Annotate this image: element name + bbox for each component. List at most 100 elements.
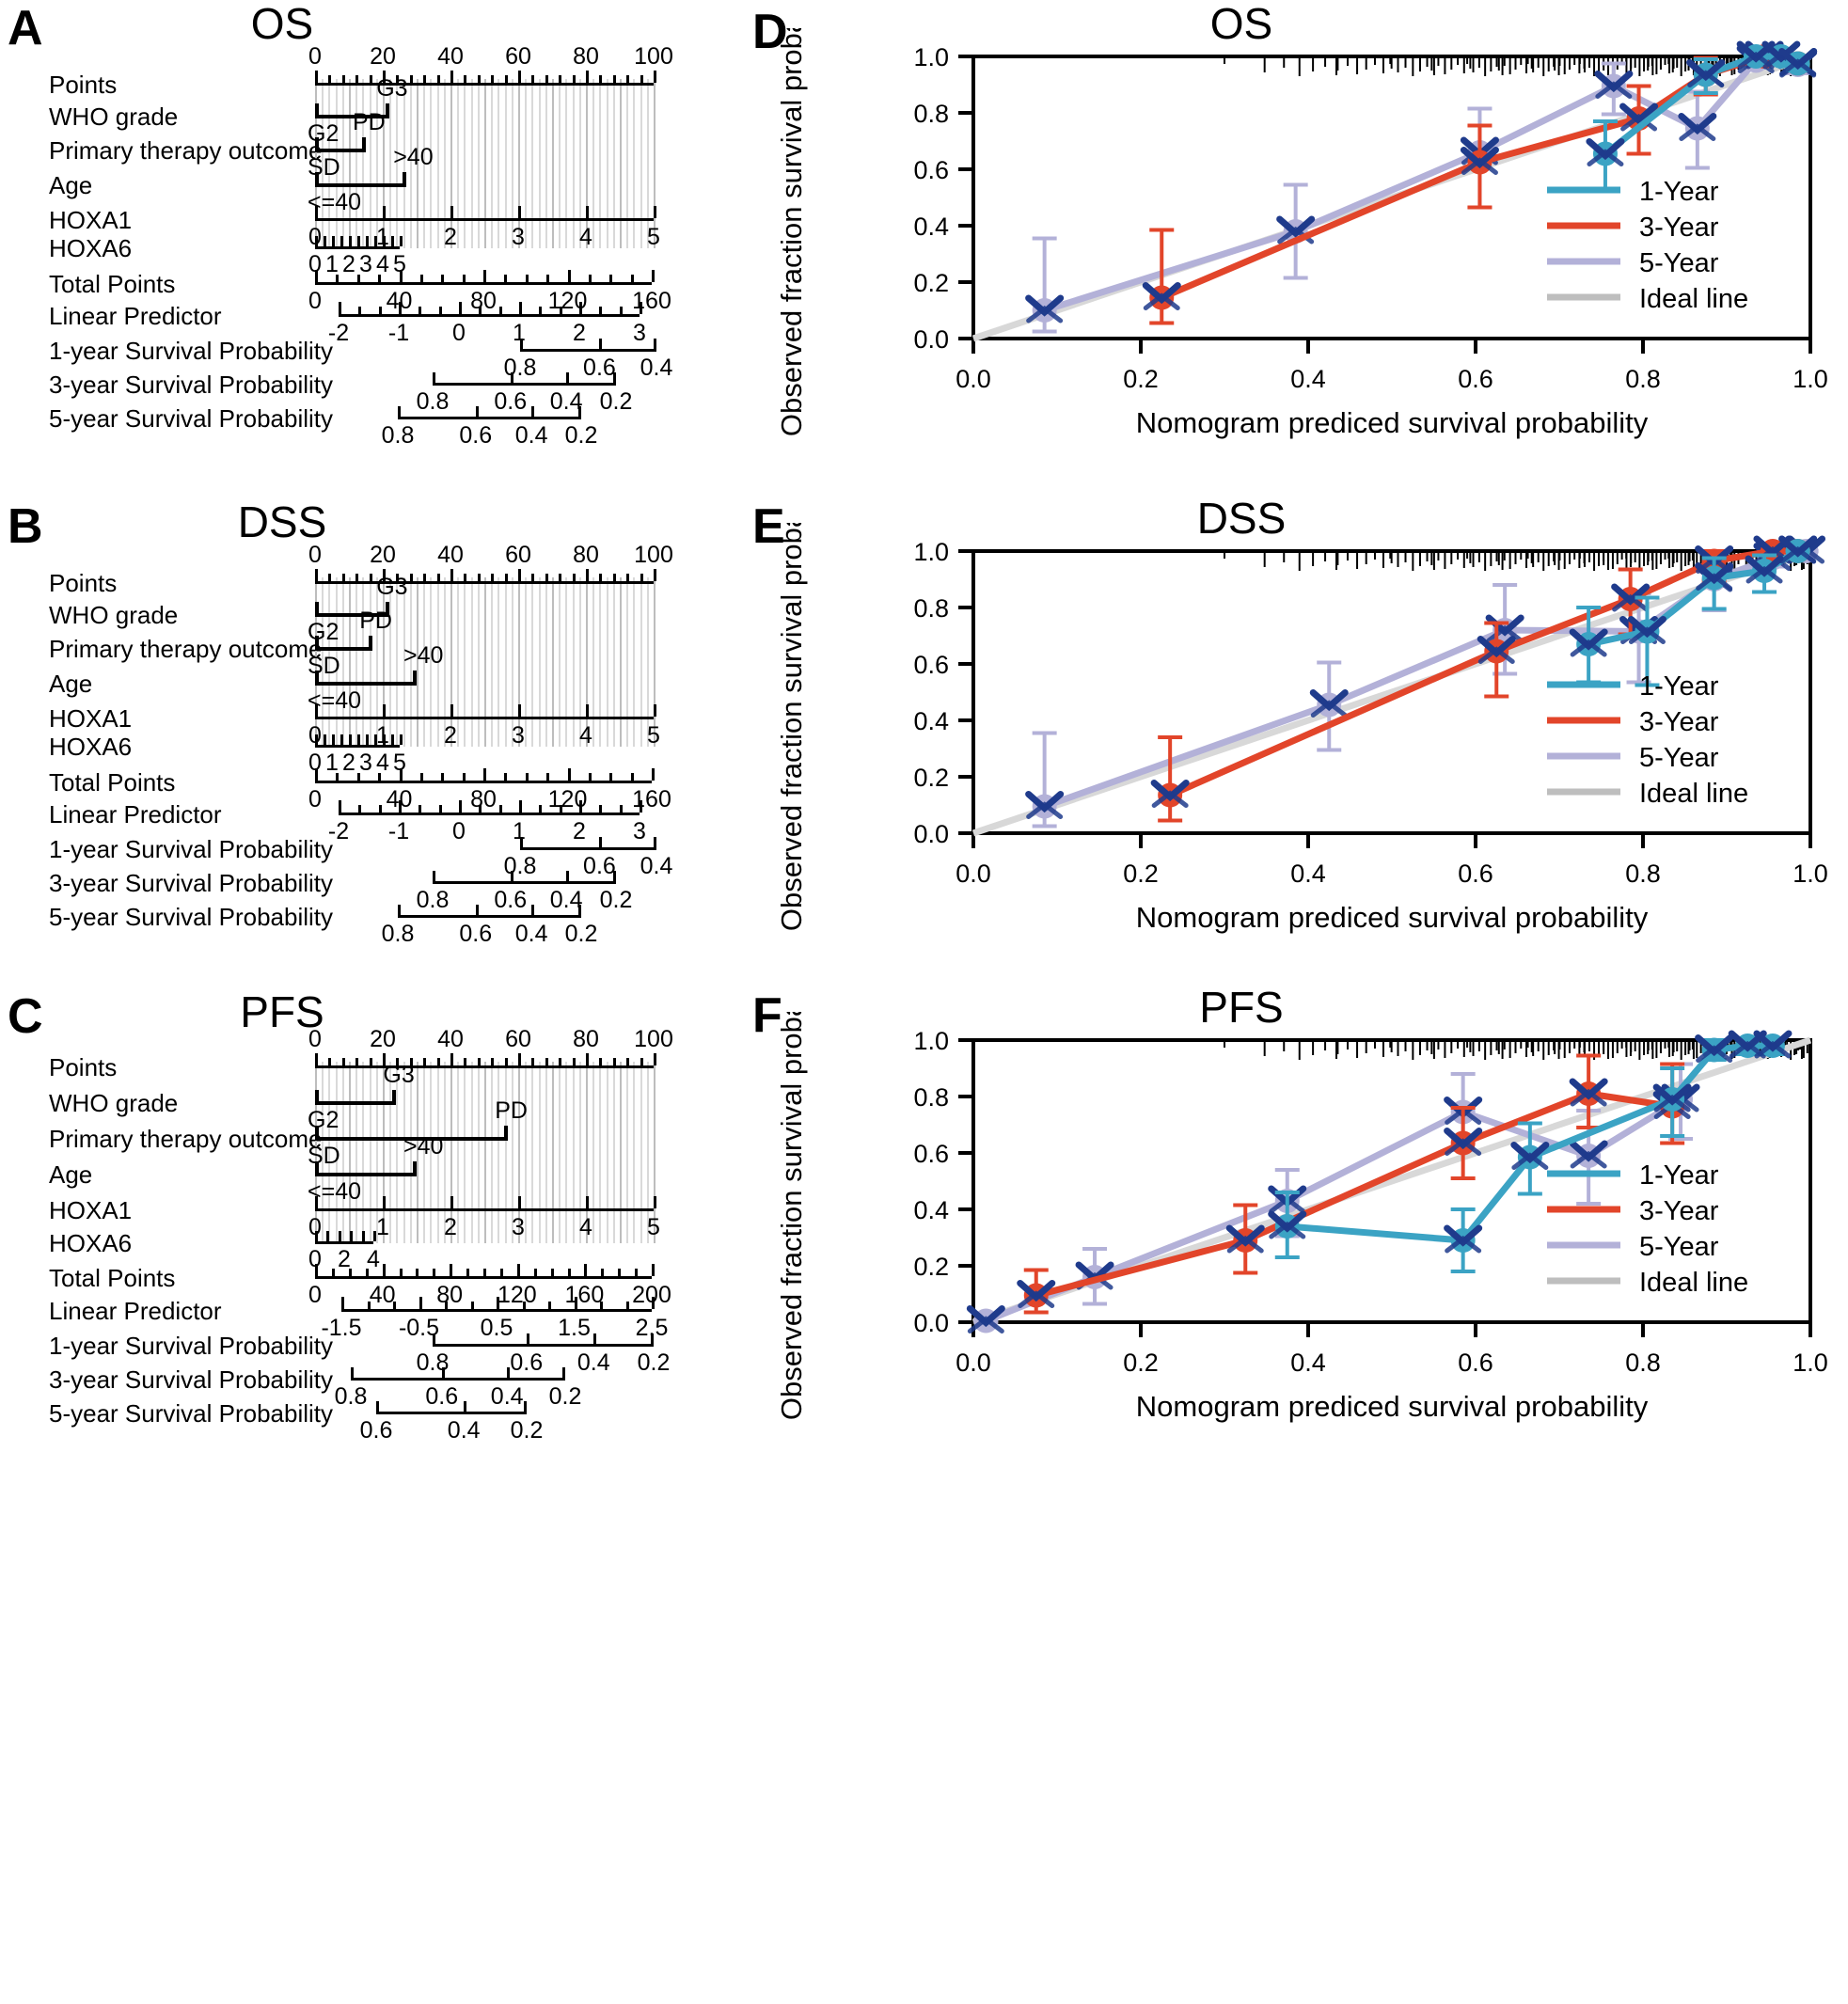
nomogram-tick [599, 574, 603, 581]
nomogram-gridline [504, 1062, 507, 1243]
nomogram-tick [618, 1269, 622, 1276]
nomogram-gridline [612, 577, 615, 747]
nomogram-tick-label: 1.5 [558, 1315, 591, 1341]
nomogram-tick-label: 80 [573, 542, 599, 568]
nomogram-tick [470, 1302, 474, 1309]
nomogram-tick [640, 1058, 643, 1065]
nomogram-tick [579, 302, 582, 314]
nomogram-tick-label: 0.8 [334, 1383, 368, 1410]
nomogram-tick [519, 800, 522, 813]
panel-a-nomogram-os: A OS Points WHO grade Primary therapy outc… [0, 0, 724, 475]
nomogram-tick [586, 1196, 589, 1208]
nomogram-tick [504, 773, 508, 781]
nomogram-gridline [436, 79, 439, 248]
nomogram-tick [376, 1401, 379, 1412]
nomogram-tick [441, 1367, 445, 1378]
nomogram-row-label: 3-year Survival Probability [49, 371, 334, 399]
nomogram-tick [399, 1269, 403, 1276]
nomogram-tick-label: 40 [369, 1282, 396, 1308]
nomogram-tick [491, 75, 495, 83]
nomogram-tick [640, 75, 643, 83]
nomogram-gridline [620, 1062, 622, 1243]
nomogram-tick [599, 1058, 603, 1065]
y-axis-tick-label: 0.0 [913, 325, 949, 354]
nomogram-tick [477, 574, 481, 581]
nomogram-gridline [383, 577, 385, 747]
nomogram-category-label: SD [308, 1143, 340, 1169]
x-axis-tick-label: 0.6 [1458, 1349, 1493, 1377]
nomogram-gridline [606, 79, 608, 248]
nomogram-tick [356, 773, 360, 781]
nomogram-category-label: G2 [308, 120, 340, 147]
y-axis-tick-label: 0.4 [913, 707, 949, 735]
nomogram-tick [315, 236, 318, 246]
nomogram-tick [398, 905, 401, 915]
nomogram-category-cap [315, 1126, 319, 1138]
x-axis-tick-label: 1.0 [1793, 1349, 1828, 1377]
nomogram-tick [586, 704, 589, 717]
nomogram-gridline [443, 79, 446, 248]
nomogram-category-cap [315, 671, 319, 683]
nomogram-tick [369, 574, 372, 581]
nomogram-gridline [654, 79, 655, 248]
nomogram-tick [572, 1058, 576, 1065]
nomogram-tick [450, 71, 453, 83]
x-axis-tick-label: 0.8 [1625, 365, 1661, 393]
nomogram-gridline [491, 1062, 494, 1243]
nomogram-tick-label: 100 [634, 43, 673, 70]
nomogram-tick [326, 1231, 330, 1241]
nomogram-tick-label: 0 [452, 320, 466, 346]
nomogram-tick [433, 1269, 436, 1276]
nomogram-tick [609, 275, 613, 282]
nomogram-category-label: SD [308, 154, 340, 181]
nomogram-tick [357, 236, 360, 246]
nomogram-tick [654, 339, 656, 349]
nomogram-tick-label: 2 [573, 818, 586, 844]
nomogram-axis-line [315, 581, 654, 584]
x-axis-tick-label: 0.8 [1625, 1349, 1661, 1377]
nomogram-tick [612, 1058, 616, 1065]
nomogram-gridline [592, 1062, 595, 1243]
nomogram-gridline [362, 577, 365, 747]
nomogram-tick [391, 734, 394, 745]
nomogram-tick-label: 100 [634, 542, 673, 568]
nomogram-row-label: WHO grade [49, 103, 179, 131]
nomogram-axis-line [339, 314, 640, 317]
nomogram-gridline [484, 79, 486, 248]
y-axis-tick-label: 1.0 [913, 538, 949, 566]
nomogram-tick [586, 71, 589, 83]
panel-letter-a: A [8, 1, 43, 55]
nomogram-axis-line [433, 1344, 654, 1347]
nomogram-axis-line [315, 1208, 654, 1211]
nomogram-row-label: 5-year Survival Probability [49, 404, 334, 433]
nomogram-tick [566, 372, 570, 383]
nomogram-gridline [375, 79, 378, 248]
nomogram-row-label: Linear Predictor [49, 800, 222, 828]
nomogram-gridline [654, 577, 655, 747]
nomogram-tick [366, 236, 369, 246]
nomogram-gridline [484, 1062, 486, 1243]
legend-label: 1-Year [1639, 177, 1719, 207]
nomogram-tick [462, 275, 466, 282]
nomogram-category-cap [386, 103, 390, 116]
nomogram-tick-label: 0.8 [381, 921, 415, 947]
nomogram-tick [391, 236, 394, 246]
panel-c-nomogram-pfs: C PFS Points WHO grade Primary therapy out… [0, 973, 724, 1472]
nomogram-tick [559, 574, 562, 581]
nomogram-gridline [620, 577, 622, 747]
nomogram-tick-label: 80 [436, 1282, 464, 1308]
nomogram-row-label: Primary therapy outcome [49, 1125, 323, 1153]
nomogram-category-label: >40 [393, 144, 434, 170]
nomogram-axis-line [341, 1309, 652, 1312]
nomogram-gridline [640, 577, 642, 747]
nomogram-tick [419, 805, 422, 813]
nomogram-tick [599, 339, 603, 349]
nomogram-tick [654, 569, 656, 581]
panel-a-title: OS [250, 0, 314, 48]
nomogram-tick [546, 773, 550, 781]
nomogram-tick [358, 805, 362, 813]
nomogram-tick [586, 569, 589, 581]
nomogram-gridline [559, 577, 561, 747]
nomogram-category-cap [315, 602, 319, 614]
nomogram-tick [504, 75, 508, 83]
